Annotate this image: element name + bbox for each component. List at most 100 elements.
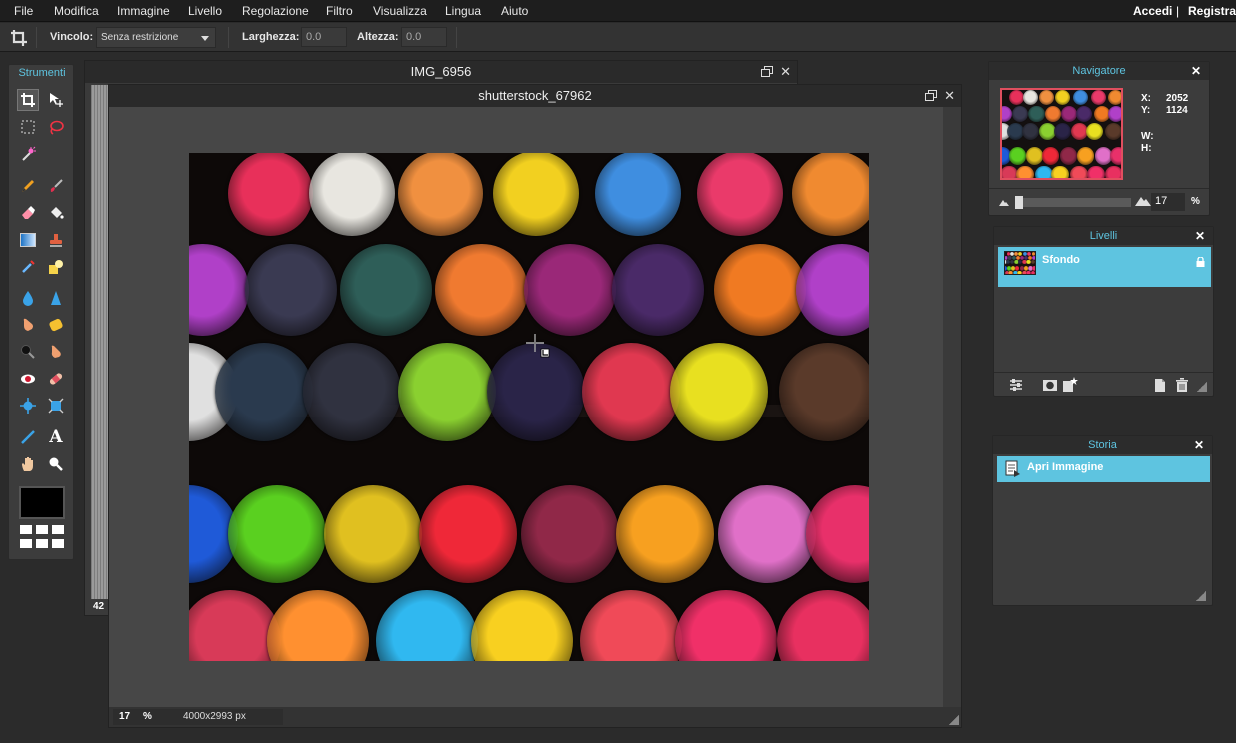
- hand-tool-icon[interactable]: [17, 453, 39, 475]
- gradient-tool-icon[interactable]: [17, 229, 39, 251]
- paint-bucket-icon[interactable]: [45, 202, 67, 224]
- bloat-tool-icon[interactable]: [17, 395, 39, 417]
- y-label: Y:: [1141, 105, 1151, 116]
- restore-icon[interactable]: [761, 66, 773, 77]
- restore-icon[interactable]: [925, 90, 937, 101]
- crayon-tip: [1110, 147, 1121, 165]
- color-replace-icon[interactable]: [17, 256, 39, 278]
- new-layer-icon[interactable]: [1152, 377, 1168, 393]
- crayon-tip: [267, 589, 370, 661]
- width-field[interactable]: 0.0: [301, 27, 347, 47]
- crayon-tip: [1026, 260, 1031, 265]
- brush-tool-icon[interactable]: [45, 175, 67, 197]
- navigator-titlebar[interactable]: Navigatore ✕: [989, 62, 1209, 80]
- register-link[interactable]: Registrat: [1188, 4, 1236, 18]
- navigator-panel: Navigatore ✕ X: 2052 Y: 1124 W: H: 17 %: [988, 61, 1210, 216]
- menu-file[interactable]: File: [14, 4, 33, 18]
- menu-view[interactable]: Visualizza: [373, 4, 427, 18]
- height-field[interactable]: 0.0: [401, 27, 447, 47]
- smudge-tool-icon[interactable]: [17, 314, 39, 336]
- crayon-tip: [1086, 122, 1104, 140]
- menu-adjustment[interactable]: Regolazione: [242, 4, 309, 18]
- document-window-front[interactable]: shutterstock_67962 ✕ 17 % 4000x2993 px: [108, 84, 962, 728]
- gradient-swatch: [20, 233, 36, 247]
- w-label: W:: [1141, 131, 1154, 142]
- move-tool-icon[interactable]: [45, 89, 67, 111]
- layers-titlebar[interactable]: Livelli ✕: [994, 227, 1213, 245]
- burn-tool-icon[interactable]: [17, 341, 39, 363]
- layout-grid-icon[interactable]: [20, 525, 66, 551]
- zoom-tool-icon[interactable]: [45, 453, 67, 475]
- crayon-tip: [1021, 122, 1040, 140]
- crop-tool-icon[interactable]: [17, 89, 39, 111]
- foreground-color-swatch[interactable]: [19, 486, 65, 519]
- document-titlebar[interactable]: IMG_6956 ✕: [85, 61, 797, 83]
- crayons-photo[interactable]: [189, 153, 869, 661]
- history-titlebar[interactable]: Storia ✕: [993, 436, 1212, 454]
- layer-style-icon[interactable]: [1062, 377, 1078, 393]
- close-icon[interactable]: ✕: [1195, 229, 1205, 243]
- crayon-tip: [244, 243, 338, 337]
- menu-layer[interactable]: Livello: [188, 4, 222, 18]
- text-tool-icon[interactable]: A: [45, 426, 67, 448]
- close-icon[interactable]: ✕: [944, 88, 955, 104]
- canvas-area[interactable]: [109, 107, 943, 709]
- layer-settings-icon[interactable]: [1008, 377, 1024, 393]
- zoom-slider-knob[interactable]: [1015, 196, 1023, 209]
- close-icon[interactable]: ✕: [1194, 438, 1204, 452]
- close-icon[interactable]: ✕: [780, 64, 791, 80]
- document-titlebar[interactable]: shutterstock_67962 ✕: [109, 85, 961, 107]
- menu-help[interactable]: Aiuto: [501, 4, 528, 18]
- blur-tool-icon[interactable]: [17, 287, 39, 309]
- eraser-tool-icon[interactable]: [17, 202, 39, 224]
- pencil-tool-icon[interactable]: [17, 175, 39, 197]
- menu-filter[interactable]: Filtro: [326, 4, 353, 18]
- zoom-value[interactable]: 17: [119, 711, 130, 722]
- resize-handle-icon[interactable]: [1196, 591, 1206, 601]
- red-eye-icon[interactable]: [17, 368, 39, 390]
- login-link[interactable]: Accedi: [1133, 4, 1172, 18]
- menu-edit[interactable]: Modifica: [54, 4, 99, 18]
- crayon-tip: [1017, 270, 1022, 274]
- magic-wand-icon[interactable]: [17, 143, 39, 165]
- zoom-slider[interactable]: [1015, 196, 1131, 209]
- zoom-out-mountain-icon[interactable]: [999, 198, 1009, 206]
- trash-icon[interactable]: [1174, 377, 1190, 393]
- drawing-tool-icon[interactable]: [45, 256, 67, 278]
- dodge-tool-icon[interactable]: [45, 341, 67, 363]
- crop-icon[interactable]: [10, 29, 28, 47]
- menu-language[interactable]: Lingua: [445, 4, 481, 18]
- marquee-tool-icon[interactable]: [17, 116, 39, 138]
- clone-stamp-icon[interactable]: [45, 229, 67, 251]
- menu-image[interactable]: Immagine: [117, 4, 170, 18]
- crayon-tip: [376, 589, 478, 661]
- crayon-tip: [696, 153, 783, 237]
- navigator-thumbnail[interactable]: [1000, 88, 1123, 180]
- layer-mask-icon[interactable]: [1042, 377, 1058, 393]
- zoom-in-mountain-icon[interactable]: [1135, 195, 1151, 206]
- crayon-tip: [1060, 147, 1078, 165]
- resize-handle-icon[interactable]: [1197, 382, 1207, 392]
- pinch-tool-icon[interactable]: [45, 395, 67, 417]
- lock-icon[interactable]: [1196, 257, 1205, 267]
- options-bar: Vincolo: Senza restrizione Larghezza: 0.…: [0, 23, 1236, 52]
- layer-thumbnail: [1004, 251, 1036, 275]
- lasso-tool-icon[interactable]: [45, 116, 67, 138]
- sharpen-tool-icon[interactable]: [45, 287, 67, 309]
- close-icon[interactable]: ✕: [1191, 64, 1201, 78]
- vertical-scrollbar[interactable]: [943, 107, 961, 709]
- crayon-tip: [520, 485, 619, 583]
- history-item[interactable]: Apri Immagine: [997, 456, 1210, 482]
- open-document-icon: [1005, 460, 1020, 477]
- layer-row[interactable]: Sfondo: [998, 247, 1211, 287]
- navigator-zoom-input[interactable]: 17: [1151, 193, 1185, 211]
- crayon-tip: [616, 485, 714, 583]
- resize-handle-icon[interactable]: [949, 715, 959, 725]
- crayon-tip: [1008, 147, 1027, 165]
- h-label: H:: [1141, 143, 1152, 154]
- document-zoom-value[interactable]: 42: [93, 601, 104, 612]
- line-tool-icon[interactable]: [17, 426, 39, 448]
- sponge-tool-icon[interactable]: [45, 314, 67, 336]
- spot-heal-icon[interactable]: [45, 368, 67, 390]
- constraint-dropdown[interactable]: Senza restrizione: [96, 27, 216, 48]
